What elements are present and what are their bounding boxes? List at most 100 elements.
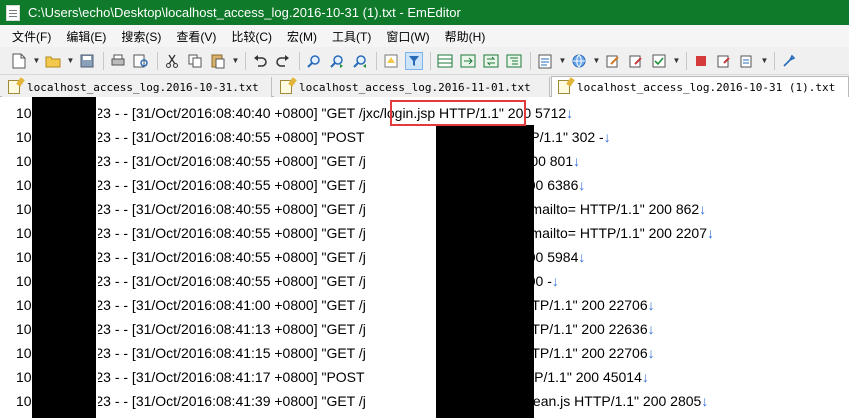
- menu-macros[interactable]: 宏(M): [287, 28, 317, 45]
- text-file-icon: [280, 80, 292, 94]
- edit-marker-icon[interactable]: [627, 52, 645, 70]
- copy-icon[interactable]: [186, 52, 204, 70]
- globe-icon[interactable]: [570, 52, 588, 70]
- macro-file-icon[interactable]: [738, 52, 756, 70]
- window-title: C:\Users\echo\Desktop\localhost_access_l…: [28, 5, 461, 20]
- text-editor[interactable]: 10 223 - - [31/Oct/2016:08:40:40 +0800] "…: [0, 97, 849, 418]
- tab-label: localhost_access_log.2016-10-31 (1).txt: [577, 80, 836, 94]
- log-timestamp: 223 - - [31/Oct/2016:08:40:55 +0800] ": [87, 128, 327, 145]
- print-icon[interactable]: [109, 52, 127, 70]
- find-previous-icon[interactable]: [351, 52, 369, 70]
- sync-scroll-icon[interactable]: [482, 52, 500, 70]
- filter-icon[interactable]: [405, 51, 423, 70]
- log-request-method: GET /j: [326, 320, 366, 337]
- find-next-icon[interactable]: [328, 52, 346, 70]
- log-request-method: GET /j: [326, 200, 366, 217]
- log-line[interactable]: 10 223 - - [31/Oct/2016:08:41:17 +0800] "…: [16, 364, 649, 389]
- line-end-icon: ↓: [641, 368, 649, 385]
- log-ip-prefix: 10: [16, 248, 32, 265]
- log-ip-prefix: 10: [16, 272, 32, 289]
- menu-view[interactable]: 查看(V): [176, 28, 216, 45]
- toolbar-separator: [157, 51, 158, 70]
- menu-tools[interactable]: 工具(T): [332, 28, 371, 45]
- menu-window[interactable]: 窗口(W): [386, 28, 429, 45]
- menu-help[interactable]: 帮助(H): [445, 28, 486, 45]
- log-ip-prefix: 10: [16, 392, 32, 409]
- line-end-icon: ↓: [551, 272, 559, 289]
- find-icon[interactable]: [305, 52, 323, 70]
- log-line[interactable]: 10 223 - - [31/Oct/2016:08:41:15 +0800] "…: [16, 340, 655, 365]
- plugin-icon[interactable]: [780, 52, 798, 70]
- log-ip-prefix: 10: [16, 344, 32, 361]
- line-end-icon: ↓: [647, 344, 655, 361]
- highlight-search-icon[interactable]: [382, 52, 400, 70]
- split-window-icon[interactable]: [436, 52, 454, 70]
- tab-log-2016-10-31[interactable]: localhost_access_log.2016-10-31.txt: [2, 77, 272, 97]
- title-bar[interactable]: C:\Users\echo\Desktop\localhost_access_l…: [0, 0, 849, 25]
- log-timestamp: 223 - - [31/Oct/2016:08:40:55 +0800] ": [87, 152, 327, 169]
- paste-dropdown-icon[interactable]: ▼: [232, 52, 240, 70]
- undo-icon[interactable]: [251, 52, 269, 70]
- stop-macro-icon[interactable]: [692, 52, 710, 70]
- outline-icon[interactable]: [505, 52, 523, 70]
- menu-compare[interactable]: 比较(C): [231, 28, 272, 45]
- line-end-icon: ↓: [699, 200, 707, 217]
- menu-file[interactable]: 文件(F): [12, 28, 51, 45]
- log-timestamp: 223 - - [31/Oct/2016:08:41:00 +0800] ": [87, 296, 327, 313]
- redo-icon[interactable]: [274, 52, 292, 70]
- line-end-icon: ↓: [578, 176, 586, 193]
- line-end-icon: ↓: [706, 224, 714, 241]
- checklist-icon[interactable]: [650, 52, 668, 70]
- print-preview-icon[interactable]: [132, 52, 150, 70]
- line-end-icon: ↓: [603, 128, 611, 145]
- open-folder-icon[interactable]: [44, 52, 62, 70]
- edit-note-icon[interactable]: [604, 52, 622, 70]
- log-line[interactable]: 10 223 - - [31/Oct/2016:08:40:55 +0800] "…: [16, 196, 706, 221]
- run-macro-icon[interactable]: [715, 52, 733, 70]
- log-request-method: GET /j: [326, 152, 366, 169]
- tab-label: localhost_access_log.2016-11-01.txt: [299, 80, 531, 94]
- log-line[interactable]: 10 223 - - [31/Oct/2016:08:41:39 +0800] "…: [16, 388, 708, 413]
- log-ip-prefix: 10: [16, 320, 32, 337]
- globe-dropdown-icon[interactable]: ▼: [593, 52, 601, 70]
- log-timestamp: 223 - - [31/Oct/2016:08:40:55 +0800] ": [87, 248, 327, 265]
- toolbar-separator: [103, 51, 104, 70]
- log-request-method: POST: [326, 368, 365, 385]
- log-line[interactable]: 10 223 - - [31/Oct/2016:08:40:55 +0800] "…: [16, 220, 714, 245]
- clipboard-icon[interactable]: [536, 52, 554, 70]
- toolbar-separator: [245, 51, 246, 70]
- log-request-method: GET /j: [326, 248, 366, 265]
- log-request-method: POST: [326, 128, 365, 145]
- clipboard-dropdown-icon[interactable]: ▼: [559, 52, 567, 70]
- log-timestamp: 223 - - [31/Oct/2016:08:41:13 +0800] ": [87, 320, 327, 337]
- text-file-icon: [558, 80, 570, 94]
- log-request-method: GET /j: [326, 392, 366, 409]
- tab-log-2016-10-31-copy[interactable]: localhost_access_log.2016-10-31 (1).txt: [551, 76, 849, 98]
- line-end-icon: ↓: [566, 104, 574, 121]
- new-file-dropdown-icon[interactable]: ▼: [33, 52, 41, 70]
- paste-icon[interactable]: [209, 52, 227, 70]
- menu-edit[interactable]: 编辑(E): [66, 28, 106, 45]
- document-tab-bar: localhost_access_log.2016-10-31.txt loca…: [0, 75, 849, 98]
- log-ip-prefix: 10: [16, 368, 32, 385]
- log-timestamp: 223 - - [31/Oct/2016:08:40:40 +0800] ": [87, 104, 327, 121]
- open-dropdown-icon[interactable]: ▼: [67, 52, 75, 70]
- compare-icon[interactable]: [459, 52, 477, 70]
- menu-search[interactable]: 搜索(S): [121, 28, 161, 45]
- cut-icon[interactable]: [163, 52, 181, 70]
- log-timestamp: 223 - - [31/Oct/2016:08:41:17 +0800] ": [87, 368, 327, 385]
- log-line[interactable]: 10 223 - - [31/Oct/2016:08:41:13 +0800] "…: [16, 316, 655, 341]
- toolbar-separator: [430, 51, 431, 70]
- log-ip-prefix: 10: [16, 296, 32, 313]
- log-request-method: GET /j: [326, 176, 366, 193]
- tab-log-2016-11-01[interactable]: localhost_access_log.2016-11-01.txt: [274, 77, 550, 97]
- new-file-icon[interactable]: [10, 52, 28, 70]
- macro-dropdown-icon[interactable]: ▼: [761, 52, 769, 70]
- log-line[interactable]: 10 223 - - [31/Oct/2016:08:41:00 +0800] "…: [16, 292, 655, 317]
- log-request-method: GET /j: [326, 296, 366, 313]
- checklist-dropdown-icon[interactable]: ▼: [673, 52, 681, 70]
- log-ip-prefix: 10: [16, 200, 32, 217]
- line-end-icon: ↓: [647, 296, 655, 313]
- toolbar-separator: [299, 51, 300, 70]
- save-icon[interactable]: [78, 52, 96, 70]
